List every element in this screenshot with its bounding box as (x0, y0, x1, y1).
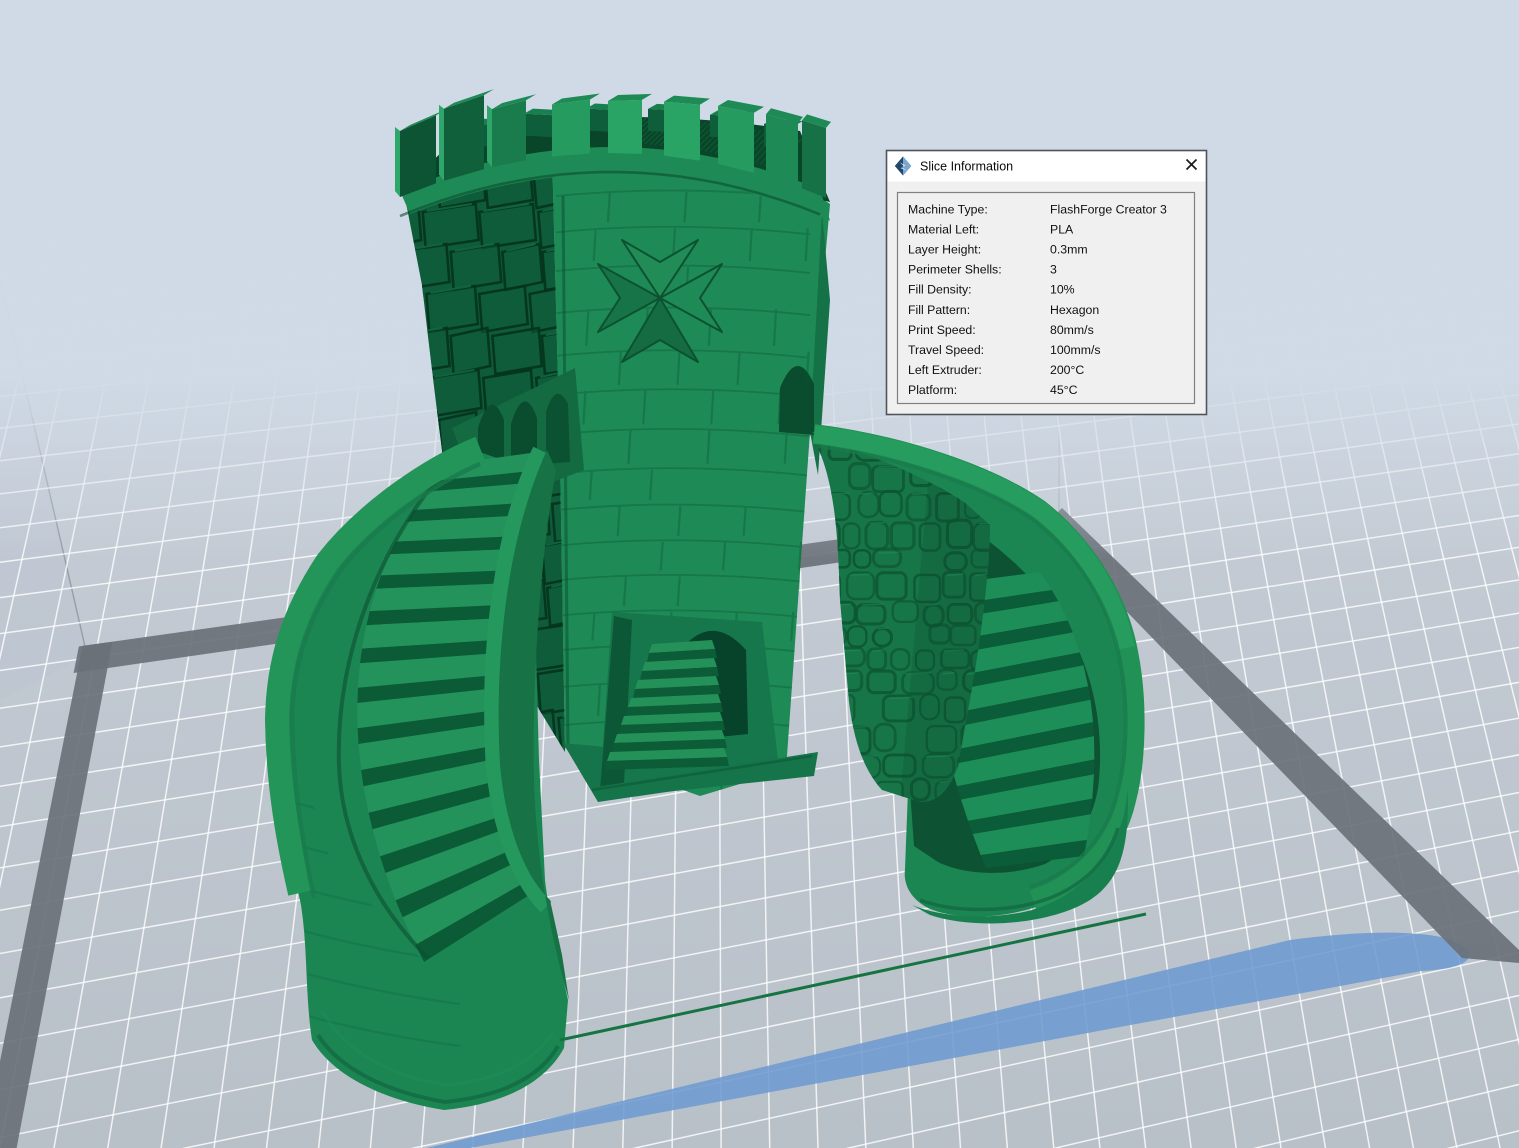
svg-text:PLA: PLA (1050, 223, 1074, 237)
svg-text:45°C: 45°C (1050, 383, 1078, 397)
svg-text:80mm/s: 80mm/s (1050, 323, 1094, 337)
svg-text:3: 3 (1050, 263, 1057, 277)
svg-text:Layer Height:: Layer Height: (908, 243, 981, 257)
svg-text:Material Left:: Material Left: (908, 223, 979, 237)
svg-text:Left Extruder:: Left Extruder: (908, 363, 982, 377)
svg-text:Travel Speed:: Travel Speed: (908, 343, 984, 357)
svg-text:10%: 10% (1050, 283, 1075, 297)
svg-text:200°C: 200°C (1050, 363, 1084, 377)
svg-text:0.3mm: 0.3mm (1050, 243, 1088, 257)
svg-text:Platform:: Platform: (908, 383, 957, 397)
svg-text:100mm/s: 100mm/s (1050, 343, 1101, 357)
svg-text:FlashForge Creator 3: FlashForge Creator 3 (1050, 203, 1167, 217)
svg-text:Fill Pattern:: Fill Pattern: (908, 303, 970, 317)
svg-text:Hexagon: Hexagon (1050, 303, 1099, 317)
svg-text:Perimeter Shells:: Perimeter Shells: (908, 263, 1002, 277)
svg-text:Machine Type:: Machine Type: (908, 203, 988, 217)
svg-text:Fill Density:: Fill Density: (908, 283, 972, 297)
svg-text:Slice Information: Slice Information (920, 160, 1013, 174)
svg-text:Print Speed:: Print Speed: (908, 323, 976, 337)
